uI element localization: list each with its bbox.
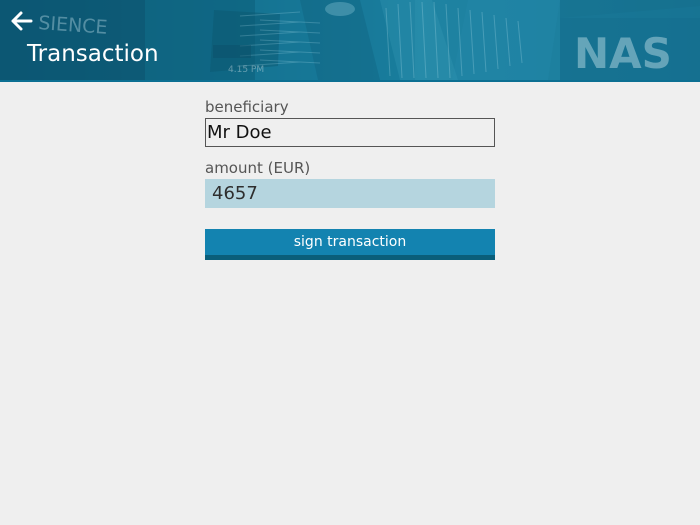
- beneficiary-label: beneficiary: [205, 98, 289, 116]
- beneficiary-field[interactable]: [205, 118, 495, 147]
- page-title: Transaction: [27, 41, 159, 67]
- header-background-text-right: NAS: [574, 29, 672, 78]
- header-divider: [0, 80, 700, 82]
- amount-field[interactable]: [205, 179, 495, 208]
- sign-transaction-button[interactable]: sign transaction: [205, 229, 495, 260]
- header-background-small-text-1: 4.15 PM: [228, 65, 264, 75]
- back-button[interactable]: [7, 9, 35, 33]
- header-background-text-left: SIENCE: [38, 12, 109, 39]
- arrow-left-icon: [11, 11, 33, 31]
- app-header: SIENCE NAS 4.15 PM Transaction: [0, 0, 700, 80]
- amount-label: amount (EUR): [205, 159, 311, 177]
